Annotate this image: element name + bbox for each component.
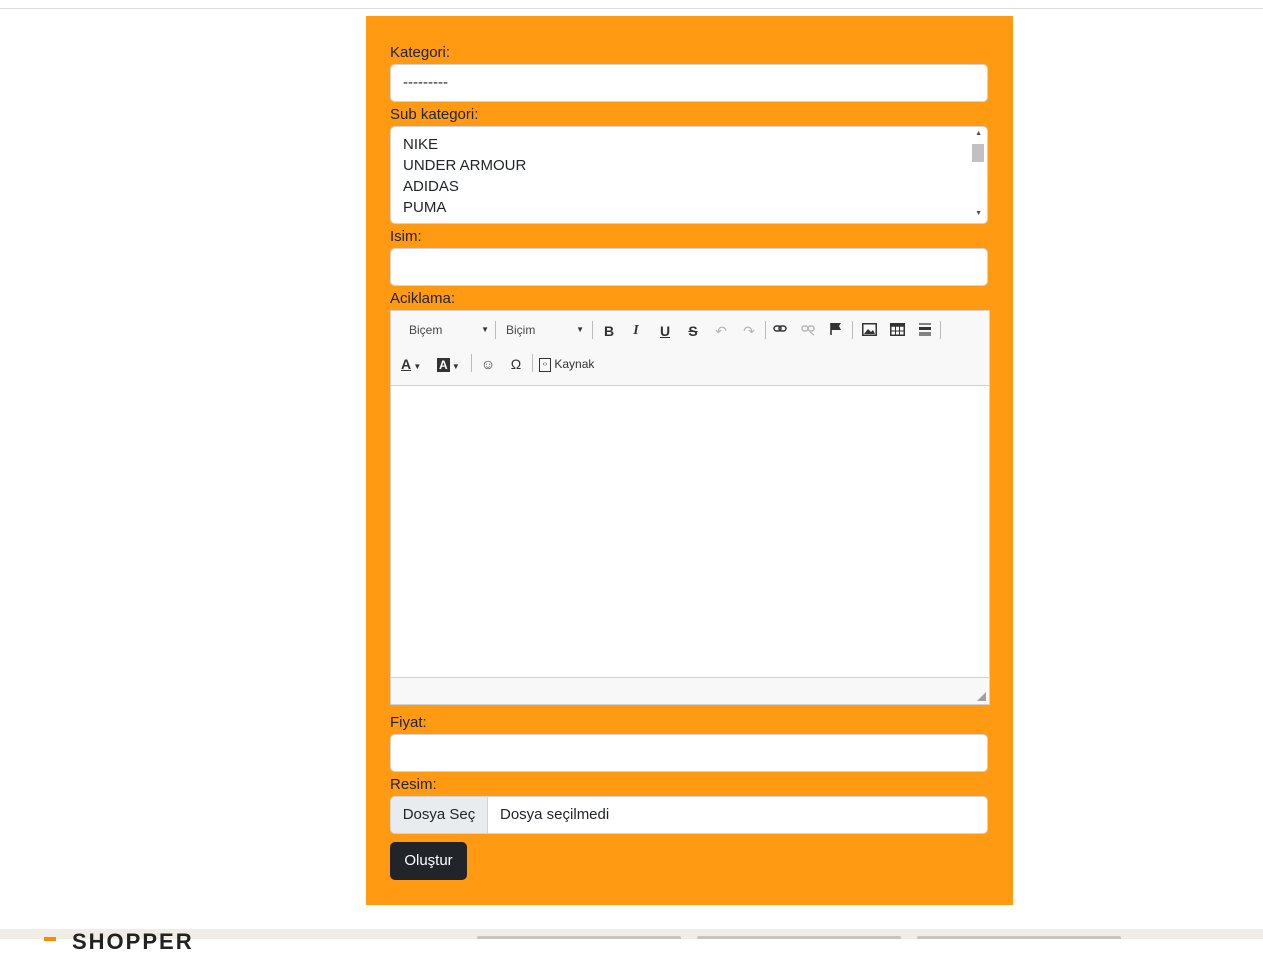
top-divider [0, 8, 1263, 9]
italic-icon[interactable]: I [625, 320, 647, 342]
create-button[interactable]: Oluştur [390, 842, 467, 880]
scroll-thumb[interactable] [972, 144, 984, 162]
file-status-text: Dosya seçilmedi [500, 806, 610, 823]
name-input[interactable] [390, 248, 988, 286]
style-combo-label: Biçem [409, 323, 443, 337]
logo-mark [44, 937, 56, 941]
image-label: Resim: [390, 776, 437, 793]
bold-icon[interactable]: B [598, 320, 620, 342]
scroll-up-arrow-icon[interactable]: ▲ [975, 130, 982, 137]
description-label: Aciklama: [390, 290, 456, 307]
subcategory-scrollbar[interactable]: ▲ ▼ [970, 127, 987, 223]
price-label: Fiyat: [390, 714, 427, 731]
editor-content-area[interactable] [391, 386, 989, 677]
unlink-icon[interactable] [797, 320, 819, 342]
subcategory-label: Sub kategori: [390, 106, 479, 123]
toolbar-separator [592, 321, 593, 339]
chevron-down-icon: ▼ [481, 325, 489, 334]
toolbar-separator [940, 321, 941, 339]
name-label: Isim: [390, 228, 422, 245]
image-icon[interactable] [858, 320, 880, 342]
scroll-down-arrow-icon[interactable]: ▼ [975, 210, 982, 217]
category-selected-value: --------- [403, 74, 448, 91]
subcategory-option[interactable]: ADIDAS [403, 176, 459, 197]
redo-icon[interactable]: ↷ [738, 320, 760, 342]
strike-icon[interactable]: S [682, 320, 704, 342]
category-label: Kategori: [390, 44, 451, 61]
choose-file-button[interactable]: Dosya Seç [391, 797, 488, 833]
format-combo-label: Biçim [506, 323, 536, 337]
toolbar-separator [852, 321, 853, 339]
subcategory-option[interactable]: PUMA [403, 197, 446, 218]
price-input[interactable] [390, 734, 988, 772]
editor-statusbar [391, 677, 989, 704]
subcategory-option[interactable]: UNDER ARMOUR [403, 155, 526, 176]
chevron-down-icon: ▼ [576, 325, 584, 334]
editor-toolbar: Biçem ▼ Biçim ▼ B I U S ↶ ↷ A ▼ A ▼ ☺ Ω … [391, 311, 989, 386]
format-combo[interactable]: Biçim ▼ [506, 320, 584, 340]
undo-icon[interactable]: ↶ [710, 320, 732, 342]
special-char-icon[interactable]: Ω [505, 353, 527, 375]
image-file-input[interactable]: Dosya Seç Dosya seçilmedi [390, 796, 988, 834]
toolbar-separator [471, 354, 472, 372]
link-icon[interactable] [769, 320, 791, 342]
source-button[interactable]: ‹› Kaynak [539, 353, 605, 375]
footer-logo: SHOPPER [72, 929, 194, 954]
source-label: Kaynak [554, 357, 595, 371]
resize-handle-icon[interactable] [977, 692, 986, 701]
toolbar-separator [532, 354, 533, 372]
anchor-icon[interactable] [825, 320, 847, 342]
horizontal-line-icon[interactable] [914, 320, 936, 342]
text-color-icon[interactable]: A ▼ [401, 353, 431, 375]
underline-icon[interactable]: U [654, 320, 676, 342]
rich-text-editor: Biçem ▼ Biçim ▼ B I U S ↶ ↷ A ▼ A ▼ ☺ Ω … [390, 310, 990, 705]
toolbar-separator [765, 321, 766, 339]
category-select[interactable]: --------- [390, 64, 988, 102]
subcategory-option[interactable]: NIKE [403, 134, 438, 155]
background-color-icon[interactable]: A ▼ [437, 353, 467, 375]
toolbar-separator [495, 321, 496, 339]
smiley-icon[interactable]: ☺ [477, 353, 499, 375]
table-icon[interactable] [886, 320, 908, 342]
subcategory-multiselect[interactable]: NIKE UNDER ARMOUR ADIDAS PUMA ▲ ▼ [390, 126, 988, 224]
style-combo[interactable]: Biçem ▼ [409, 320, 489, 340]
source-icon: ‹› [539, 357, 551, 372]
product-form-panel: Kategori: --------- Sub kategori: NIKE U… [366, 16, 1013, 905]
